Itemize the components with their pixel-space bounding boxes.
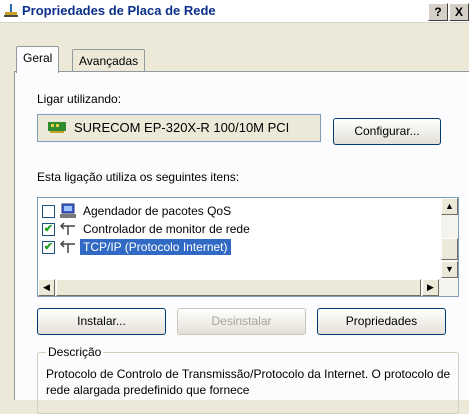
protocol-icon: [59, 240, 75, 253]
scroll-left-arrow-icon[interactable]: ◀: [38, 279, 55, 296]
list-item-label: TCP/IP (Protocolo Internet): [80, 239, 231, 255]
install-button[interactable]: Instalar...: [37, 308, 166, 335]
connect-using-label: Ligar utilizando:: [37, 92, 122, 106]
description-group: Descrição Protocolo de Controlo de Trans…: [37, 345, 459, 414]
scroll-down-arrow-icon[interactable]: ▼: [441, 261, 458, 278]
checkbox-tcpip[interactable]: ✔: [42, 241, 55, 254]
list-item-label: Controlador de monitor de rede: [83, 222, 250, 236]
adapter-name: SURECOM EP-320X-R 100/10M PCI: [74, 120, 290, 135]
tab-avancadas[interactable]: Avançadas: [72, 49, 146, 72]
checkbox-network-monitor[interactable]: ✔: [42, 223, 55, 236]
network-card-icon: [48, 122, 66, 133]
title-bar: Propriedades de Placa de Rede ? X: [0, 0, 469, 23]
configure-button[interactable]: Configurar...: [333, 118, 441, 145]
checkbox-qos[interactable]: [42, 205, 55, 218]
help-button[interactable]: ?: [428, 3, 448, 21]
uninstall-button[interactable]: Desinstalar: [177, 308, 306, 335]
list-item-network-monitor[interactable]: ✔ Controlador de monitor de rede: [38, 220, 438, 238]
scroll-up-arrow-icon[interactable]: ▲: [441, 198, 458, 215]
window-title: Propriedades de Placa de Rede: [22, 3, 216, 18]
properties-button[interactable]: Propriedades: [317, 308, 446, 335]
horizontal-scroll-thumb[interactable]: [56, 279, 421, 296]
description-legend: Descrição: [46, 345, 104, 359]
close-button[interactable]: X: [449, 3, 469, 21]
list-item-tcpip[interactable]: ✔ TCP/IP (Protocolo Internet): [38, 238, 438, 256]
list-item-label: Agendador de pacotes QoS: [83, 204, 232, 218]
vertical-scroll-thumb[interactable]: [441, 238, 458, 260]
adapter-field: SURECOM EP-320X-R 100/10M PCI: [37, 114, 321, 142]
tab-geral[interactable]: Geral: [16, 46, 60, 73]
components-list[interactable]: Agendador de pacotes QoS ✔ Controlador d…: [37, 197, 459, 297]
network-adapter-icon: [4, 4, 18, 17]
list-item-qos[interactable]: Agendador de pacotes QoS: [38, 202, 438, 220]
qos-scheduler-icon: [60, 203, 76, 218]
general-tab-panel: Ligar utilizando: SURECOM EP-320X-R 100/…: [14, 71, 469, 414]
protocol-icon: [59, 222, 75, 235]
vertical-scrollbar[interactable]: ▲ ▼: [441, 198, 458, 278]
description-text: Protocolo de Controlo de Transmissão/Pro…: [46, 367, 451, 397]
scroll-right-arrow-icon[interactable]: ▶: [422, 279, 439, 296]
components-label: Esta ligação utiliza os seguintes itens:: [37, 170, 240, 184]
horizontal-scrollbar[interactable]: ◀ ▶: [38, 279, 458, 296]
